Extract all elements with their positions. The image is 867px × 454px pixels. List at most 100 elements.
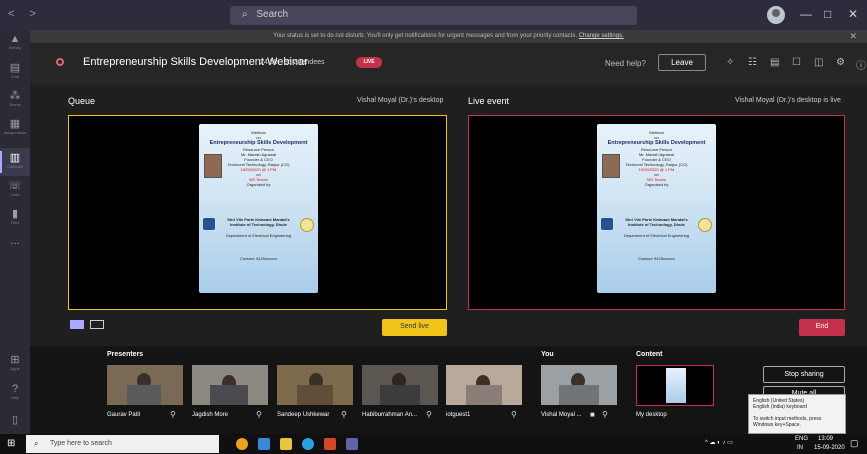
device-icon: ▯ [11, 414, 19, 426]
end-button[interactable]: End [799, 319, 845, 336]
rail-item-calendar[interactable]: ▥ Calendar [0, 148, 30, 176]
rail-label: Calendar [6, 164, 24, 169]
region-indicator[interactable]: IN [797, 445, 803, 451]
back-button[interactable]: < [8, 8, 20, 20]
nav-arrows[interactable]: < > [8, 8, 42, 20]
settings-icon[interactable]: ⚙ [836, 57, 845, 68]
rail-item-activity[interactable]: ▲ Activity [0, 30, 30, 58]
info-icon[interactable]: ⓘ [856, 57, 866, 72]
leave-button[interactable]: Leave [658, 54, 706, 71]
participant-video [210, 385, 248, 405]
rail-item-assignments[interactable]: ▦ Assignments [0, 114, 30, 142]
queue-preview[interactable]: Webinar on Entrepreneurship Skills Devel… [68, 115, 447, 310]
participant-video [297, 385, 333, 405]
self-tile[interactable] [541, 365, 617, 405]
maximize-button[interactable]: □ [824, 7, 831, 21]
live-preview[interactable]: Webinar on Entrepreneurship Skills Devel… [468, 115, 845, 310]
close-icon[interactable]: ✕ [849, 31, 857, 42]
presenter-tile[interactable] [446, 365, 522, 405]
presenter-tile[interactable] [362, 365, 438, 405]
title-bar: < > ⌕ Search — □ ✕ [0, 0, 867, 30]
rail-item-chat[interactable]: ▤ Chat [0, 58, 30, 86]
minimize-button[interactable]: — [800, 7, 812, 21]
poster-title: Entrepreneurship Skills Development [209, 140, 308, 146]
change-settings-link[interactable]: Change settings. [579, 33, 624, 39]
calendar-icon: ▥ [9, 152, 21, 164]
send-live-button[interactable]: Send live [382, 319, 447, 336]
dnd-notice-bar: Your status is set to do not disturb. Yo… [30, 30, 867, 43]
rail-item-apps[interactable]: ⊞ Apps [0, 350, 30, 378]
meeting-header: Entrepreneurship Skills Development Webi… [30, 43, 867, 85]
taskbar-search-placeholder: Type here to search [50, 440, 112, 447]
poster-contact: Contact: 9425xxxxxx [638, 256, 675, 261]
forward-button[interactable]: > [30, 8, 42, 20]
notifications-icon[interactable]: ▢ [850, 438, 859, 449]
clock-time[interactable]: 13:09 [818, 436, 833, 442]
rail-label: Apps [10, 366, 20, 371]
need-help-link[interactable]: Need help? [605, 59, 646, 68]
poster-line: Organised by [644, 182, 669, 187]
chat-icon[interactable]: ☐ [792, 57, 801, 68]
presenter-tile[interactable] [192, 365, 268, 405]
attendee-count: 36 attendees [284, 59, 325, 66]
rail-item-calls[interactable]: ☏ Calls [0, 176, 30, 204]
help-icon: ? [11, 383, 19, 395]
poster-dept: Department of Electrical Engineering [225, 233, 292, 238]
content-label: Content [636, 351, 663, 358]
teams-icon: ⁂ [9, 90, 21, 102]
speaker-photo [602, 154, 620, 178]
clock-date[interactable]: 15-09-2020 [814, 445, 845, 451]
layout-single-button[interactable] [70, 320, 84, 329]
rail-item-help[interactable]: ? Help [0, 380, 30, 408]
close-button[interactable]: ✕ [848, 7, 858, 21]
poster-dept: Department of Electrical Engineering [623, 233, 690, 238]
poster-title: Entrepreneurship Skills Development [607, 140, 706, 146]
more-icon: ... [10, 235, 20, 247]
presenter-tile[interactable] [107, 365, 183, 405]
broadcast-icon [56, 58, 64, 66]
participant-video [380, 385, 420, 405]
rail-item-more[interactable]: ... [0, 232, 30, 260]
meeting-timer: 24:50 [260, 59, 278, 66]
file-explorer-icon[interactable] [280, 438, 292, 450]
presenter-name: iotguest1 [446, 412, 471, 418]
apps-icon: ⊞ [10, 354, 20, 366]
language-indicator[interactable]: ENG [795, 436, 808, 442]
browser-icon[interactable] [302, 438, 314, 450]
poster-contact: Contact: 9425xxxxxx [240, 256, 277, 261]
chrome-icon[interactable] [236, 438, 248, 450]
search-input[interactable]: ⌕ Search [230, 6, 637, 25]
rail-item-teams[interactable]: ⁂ Teams [0, 86, 30, 114]
stop-sharing-button[interactable]: Stop sharing [763, 366, 845, 383]
search-icon: ⌕ [34, 439, 39, 448]
user-avatar[interactable] [767, 6, 785, 24]
rail-item-files[interactable]: ▮ Files [0, 204, 30, 232]
queue-source: Vishal Moyal (Dr.)'s desktop [357, 97, 444, 104]
poster-institute: Institute of Technology, Dhule [230, 222, 287, 227]
taskbar-search[interactable]: ⌕ Type here to search [26, 435, 219, 453]
chat-icon: ▤ [9, 62, 21, 74]
presenter-name: Gaurav Patil [107, 412, 141, 418]
pulse-icon[interactable]: ✧ [726, 57, 734, 68]
presenter-tile[interactable] [277, 365, 353, 405]
powerpoint-icon[interactable] [324, 438, 336, 450]
mic-icon: ⚲ [602, 410, 608, 419]
presenter-name: Jagdish More [192, 412, 229, 418]
speaker-photo [204, 154, 222, 178]
live-event-label: Live event [468, 96, 510, 106]
windows-start-icon[interactable]: ⊞ [7, 439, 17, 449]
content-tile[interactable] [636, 365, 714, 406]
webinar-poster: Webinar on Entrepreneurship Skills Devel… [597, 124, 716, 293]
self-name: Vishal Moyal ... [541, 412, 582, 418]
bell-icon: ▲ [9, 33, 21, 45]
presenters-label: Presenters [107, 351, 144, 358]
notes-icon[interactable]: ▤ [770, 57, 779, 68]
layout-split-button[interactable] [90, 320, 104, 329]
input-method-tooltip: English (United States) English (India) … [748, 394, 846, 434]
health-icon[interactable]: ☷ [748, 57, 757, 68]
teams-icon[interactable] [346, 438, 358, 450]
rail-label: Teams [9, 102, 21, 107]
edge-icon[interactable] [258, 438, 270, 450]
qa-icon[interactable]: ◫ [814, 57, 823, 68]
tray-icons[interactable]: ^ ☁ ◐ ♪ ▭ [705, 439, 733, 446]
